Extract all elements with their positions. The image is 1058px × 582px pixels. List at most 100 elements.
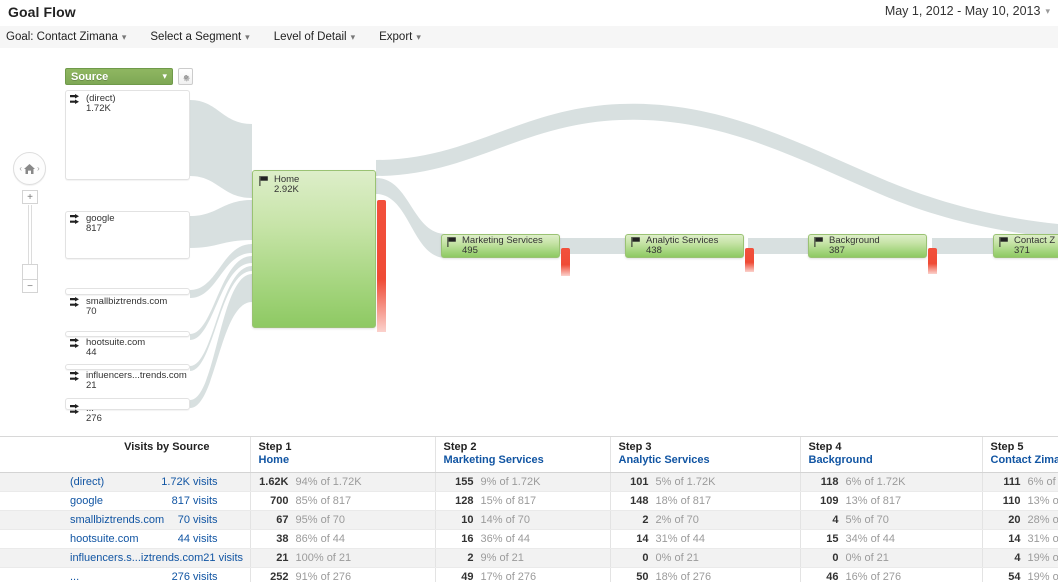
- step-count: 110: [1002, 495, 1021, 507]
- cell-step-4: 109 13% of 817: [799, 491, 982, 511]
- page-header: Goal Flow May 1, 2012 - May 10, 2013 ▾: [0, 0, 1058, 27]
- chevron-right-icon[interactable]: ›: [37, 164, 40, 173]
- source-link[interactable]: smallbiztrends.com: [70, 514, 164, 526]
- cell-step-3: 2 2% of 70: [609, 510, 800, 530]
- toolbar-item-segment[interactable]: Select a Segment ▾: [144, 31, 259, 43]
- table-row[interactable]: smallbiztrends.com 70 visits 67 95% of 70 10…: [0, 510, 1058, 530]
- table-row[interactable]: google 817 visits 700 85% of 817 128 15% of 8…: [0, 491, 1058, 511]
- step-number: Step 5: [990, 441, 1024, 453]
- pan-home-control[interactable]: ‹ ›: [13, 152, 46, 185]
- step-percent: 95% of 70: [295, 514, 346, 526]
- cell-step-4: 15 34% of 44: [799, 529, 982, 549]
- zoom-slider-handle[interactable]: [22, 264, 38, 280]
- cell-step-5: 110 13% of: [981, 491, 1058, 511]
- step-node-marketing-services[interactable]: [441, 234, 560, 258]
- source-link[interactable]: google: [70, 495, 103, 507]
- step-count: 10: [461, 514, 474, 526]
- column-header-step-3[interactable]: Step 3 Analytic Services: [609, 437, 800, 473]
- exit-bar-marketing-services[interactable]: [561, 248, 570, 276]
- zoom-slider[interactable]: + −: [22, 190, 38, 300]
- step-count: 0: [642, 552, 649, 564]
- step-name: Marketing Services: [443, 454, 544, 466]
- cell-step-3: 50 18% of 276: [609, 567, 800, 582]
- date-range-label: May 1, 2012 - May 10, 2013: [884, 4, 1041, 18]
- step-percent: 31% of 44: [655, 533, 706, 545]
- date-range-picker[interactable]: May 1, 2012 - May 10, 2013 ▾: [885, 4, 1050, 18]
- column-header-step-1[interactable]: Step 1 Home: [249, 437, 435, 473]
- source-node-influencers[interactable]: [65, 364, 190, 370]
- step-name: Background: [808, 454, 873, 466]
- table-row[interactable]: influencers.s...iztrends.com 21 visits 21 1…: [0, 548, 1058, 568]
- toolbar-item-level-of-detail-label: Level of Detail: [273, 31, 347, 43]
- source-node-hootsuite[interactable]: [65, 331, 190, 337]
- cell-step-3: 0 0% of 21: [609, 548, 800, 568]
- step-percent: 19% of: [1027, 571, 1058, 582]
- zoom-out-button[interactable]: −: [22, 279, 38, 293]
- column-header-step-4[interactable]: Step 4 Background: [799, 437, 982, 473]
- step-percent: 85% of 817: [295, 495, 352, 507]
- table-row[interactable]: (direct) 1.72K visits 1.62K 94% of 1.72K 155…: [0, 472, 1058, 492]
- table-row[interactable]: ... 276 visits 252 91% of 276 49 17% of 276 50…: [0, 567, 1058, 582]
- cell-step-2: 16 36% of 44: [434, 529, 610, 549]
- dimension-select[interactable]: Source ▾: [65, 68, 173, 85]
- cell-step-1: 700 85% of 817: [249, 491, 435, 511]
- cell-step-1: 38 86% of 44: [249, 529, 435, 549]
- flow-canvas[interactable]: ‹ › + − Source ▾ (direct) 1.72K google 8…: [0, 48, 1058, 436]
- source-node-google[interactable]: [65, 211, 190, 259]
- step-node-home[interactable]: [252, 170, 376, 328]
- chevron-down-icon: ▾: [121, 31, 127, 42]
- step-name: Contact Zimana: [990, 454, 1058, 466]
- column-header-visits-by-source[interactable]: Visits by Source: [0, 437, 250, 473]
- step-count: 67: [276, 514, 289, 526]
- home-icon[interactable]: [23, 163, 36, 175]
- cell-source: smallbiztrends.com 70 visits: [0, 510, 250, 530]
- cell-step-1: 67 95% of 70: [249, 510, 435, 530]
- toolbar-item-goal[interactable]: Goal: Contact Zimana ▾: [0, 31, 136, 43]
- source-node-direct[interactable]: [65, 90, 190, 180]
- source-link[interactable]: hootsuite.com: [70, 533, 138, 545]
- source-link[interactable]: (direct): [70, 476, 104, 488]
- step-count: 4: [832, 514, 839, 526]
- source-node-smallbiztrends[interactable]: [65, 288, 190, 295]
- cell-source: ... 276 visits: [0, 567, 250, 582]
- step-count: 109: [820, 495, 839, 507]
- step-count: 2: [467, 552, 474, 564]
- step-percent: 19% of: [1027, 552, 1058, 564]
- gear-icon[interactable]: [178, 68, 193, 85]
- toolbar-item-level-of-detail[interactable]: Level of Detail ▾: [268, 31, 365, 43]
- flow-table[interactable]: Visits by Source Step 1 Home Step 2 Mark…: [0, 436, 1058, 582]
- step-count: 128: [455, 495, 474, 507]
- exit-bar-home[interactable]: [377, 200, 386, 332]
- exit-bar-analytic-services[interactable]: [745, 248, 754, 272]
- toolbar-item-export[interactable]: Export ▾: [373, 31, 431, 43]
- column-header-step-5[interactable]: Step 5 Contact Zimana: [981, 437, 1058, 473]
- exit-bar-background[interactable]: [928, 248, 937, 274]
- toolbar-item-goal-label: Goal: Contact Zimana: [6, 31, 118, 43]
- cell-step-4: 46 16% of 276: [799, 567, 982, 582]
- cell-step-2: 155 9% of 1.72K: [434, 472, 610, 492]
- chevron-down-icon: ▾: [1045, 5, 1050, 16]
- zoom-in-button[interactable]: +: [22, 190, 38, 204]
- visits-value: 44 visits: [177, 533, 218, 545]
- step-count: 54: [1008, 571, 1021, 582]
- source-link[interactable]: influencers.s...iztrends.com: [70, 552, 203, 564]
- step-percent: 13% of: [1027, 495, 1058, 507]
- step-node-analytic-services[interactable]: [625, 234, 744, 258]
- step-name: Home: [258, 454, 290, 466]
- step-count: 1.62K: [259, 476, 289, 488]
- step-count: 101: [630, 476, 649, 488]
- step-count: 2: [642, 514, 649, 526]
- step-node-contact-zimana[interactable]: [993, 234, 1058, 258]
- step-percent: 94% of 1.72K: [295, 476, 362, 488]
- cell-source: influencers.s...iztrends.com 21 visits: [0, 548, 250, 568]
- step-node-background[interactable]: [808, 234, 927, 258]
- source-link[interactable]: ...: [70, 571, 79, 582]
- column-header-step-2[interactable]: Step 2 Marketing Services: [434, 437, 610, 473]
- source-node-other[interactable]: [65, 398, 190, 410]
- step-percent: 34% of 44: [845, 533, 896, 545]
- chevron-left-icon[interactable]: ‹: [19, 164, 22, 173]
- table-row[interactable]: hootsuite.com 44 visits 38 86% of 44 16 36% o…: [0, 529, 1058, 549]
- cell-step-5: 54 19% of: [981, 567, 1058, 582]
- step-count: 21: [276, 552, 289, 564]
- cell-step-4: 0 0% of 21: [799, 548, 982, 568]
